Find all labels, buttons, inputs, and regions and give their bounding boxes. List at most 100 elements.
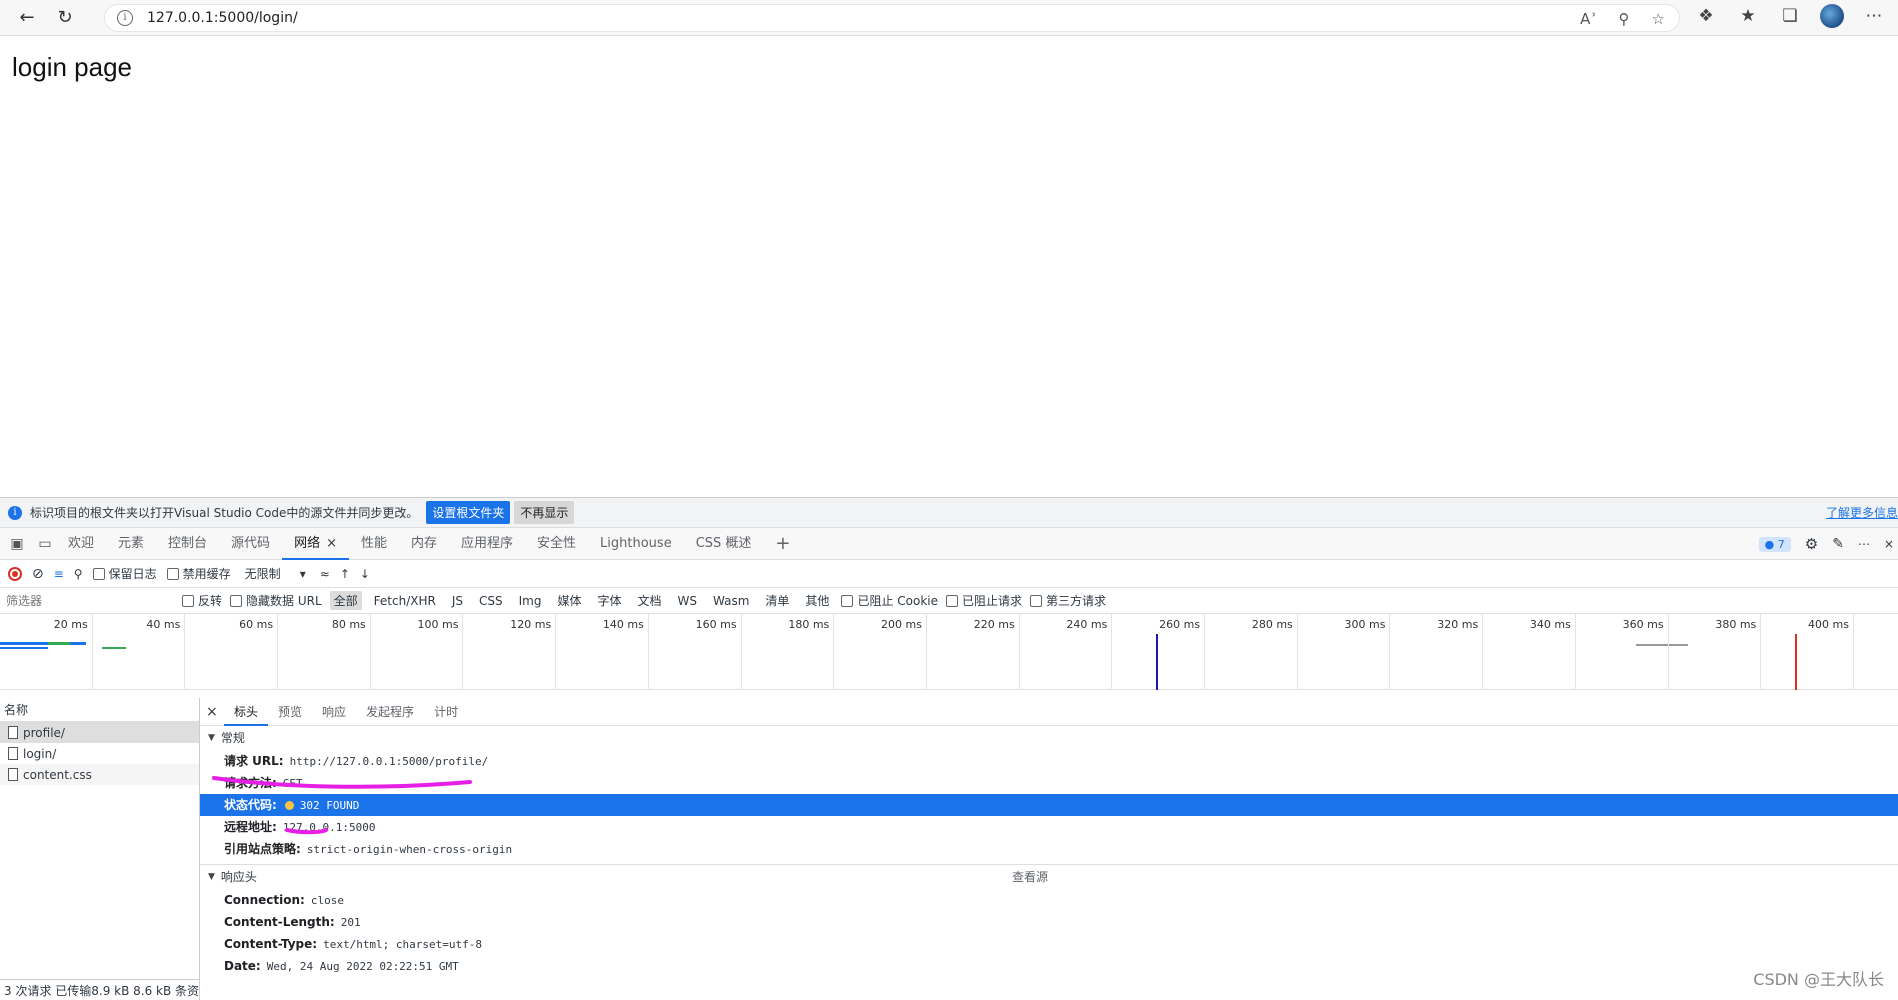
- favorite-add-icon[interactable]: ☆: [1652, 10, 1665, 28]
- filter-type-media[interactable]: 媒体: [553, 591, 585, 610]
- issues-badge[interactable]: ● 7: [1758, 536, 1791, 552]
- throttle-select[interactable]: 无限制 ▾: [240, 565, 310, 582]
- settings-icon[interactable]: ⚙: [1805, 535, 1818, 553]
- timeline-tick: 240 ms: [1020, 614, 1113, 690]
- screen: ← ↻ i 127.0.0.1:5000/login/ A ʾ ⚲ ☆ ❖ ★ …: [0, 0, 1898, 1000]
- address-bar[interactable]: i 127.0.0.1:5000/login/ A ʾ ⚲ ☆: [104, 4, 1680, 32]
- tab-response[interactable]: 响应: [312, 698, 356, 726]
- export-har-icon[interactable]: ↓: [360, 567, 370, 581]
- filter-type-wasm[interactable]: Wasm: [709, 593, 753, 609]
- header-value: http://127.0.0.1:5000/profile/: [289, 755, 489, 768]
- more-menu-icon[interactable]: ⋯: [1862, 6, 1886, 26]
- blocked-requests-box: [945, 594, 958, 607]
- clear-icon[interactable]: ⊘: [32, 566, 44, 582]
- filter-type-font[interactable]: 字体: [593, 591, 625, 610]
- filter-type-all[interactable]: 全部: [329, 591, 362, 610]
- filter-input[interactable]: 筛选器: [6, 592, 174, 609]
- request-row[interactable]: profile/: [0, 722, 199, 743]
- timeline-tick-label: 100 ms: [417, 618, 459, 631]
- filter-type-other[interactable]: 其他: [801, 591, 833, 610]
- hide-data-urls-box: [230, 594, 243, 607]
- blocked-requests-checkbox[interactable]: 已阻止请求: [945, 592, 1022, 609]
- general-label: 常规: [220, 731, 245, 745]
- timeline-tick: 300 ms: [1298, 614, 1391, 690]
- tab-application[interactable]: 应用程序: [449, 528, 525, 560]
- network-conditions-icon[interactable]: ≈: [320, 567, 330, 581]
- timeline-tick: 200 ms: [834, 614, 927, 690]
- invert-checkbox[interactable]: 反转: [182, 592, 222, 609]
- timeline-tick-label: 140 ms: [602, 618, 644, 631]
- tab-security[interactable]: 安全性: [525, 528, 588, 560]
- timeline-tick: 380 ms: [1669, 614, 1762, 690]
- import-har-icon[interactable]: ↑: [340, 567, 350, 581]
- tab-sources[interactable]: 源代码: [219, 528, 282, 560]
- infobar-message: 标识项目的根文件夹以打开Visual Studio Code中的源文件并同步更改…: [30, 506, 419, 520]
- filter-type-ws[interactable]: WS: [674, 593, 701, 609]
- tab-css-overview[interactable]: CSS 概述: [684, 528, 764, 560]
- learn-more-link[interactable]: 了解更多信息: [1826, 504, 1898, 521]
- request-row[interactable]: login/: [0, 743, 199, 764]
- name-column-header[interactable]: 名称: [0, 698, 199, 722]
- address-url[interactable]: 127.0.0.1:5000/login/: [147, 10, 298, 26]
- timeline-tick-label: 180 ms: [788, 618, 830, 631]
- preserve-log-checkbox[interactable]: 保留日志: [92, 565, 157, 582]
- tab-elements[interactable]: 元素: [106, 528, 156, 560]
- general-section-header[interactable]: ▼ 常规: [200, 726, 1898, 750]
- blocked-cookies-checkbox[interactable]: 已阻止 Cookie: [841, 592, 938, 609]
- site-info-icon[interactable]: i: [117, 10, 133, 26]
- filter-type-js[interactable]: JS: [448, 593, 467, 609]
- tab-memory[interactable]: 内存: [399, 528, 449, 560]
- tab-welcome[interactable]: 欢迎: [56, 528, 106, 560]
- tab-headers[interactable]: 标头: [224, 698, 269, 726]
- browser-toolbar: ← ↻ i 127.0.0.1:5000/login/ A ʾ ⚲ ☆ ❖ ★ …: [0, 0, 1898, 36]
- request-row[interactable]: content.css: [0, 764, 199, 785]
- watermark: CSDN @王大队长: [1753, 970, 1884, 989]
- header-row-request-method: 请求方法: GET: [200, 772, 1898, 794]
- record-icon[interactable]: [8, 566, 22, 581]
- tab-network[interactable]: 网络 ×: [282, 528, 349, 560]
- close-devtools-icon[interactable]: ×: [1884, 537, 1894, 551]
- timeline-tick-label: 360 ms: [1622, 618, 1664, 631]
- tab-console[interactable]: 控制台: [156, 528, 219, 560]
- set-root-folder-button[interactable]: 设置根文件夹: [426, 501, 511, 524]
- devtools-tabs: ▣ ▭ 欢迎 元素 控制台 源代码 网络 × 性能 内存 应用程序 安全性 Lig…: [0, 528, 1898, 560]
- third-party-checkbox[interactable]: 第三方请求: [1030, 592, 1106, 609]
- filter-type-doc[interactable]: 文档: [634, 591, 666, 610]
- device-toolbar-icon[interactable]: ▭: [34, 536, 56, 552]
- tab-preview[interactable]: 预览: [268, 698, 312, 726]
- response-headers-section-header[interactable]: ▼ 响应头 查看源: [200, 865, 1898, 889]
- close-tab-icon[interactable]: ×: [326, 536, 337, 551]
- extensions-icon[interactable]: ❖: [1694, 6, 1718, 26]
- third-party-box: [1030, 594, 1042, 607]
- network-lower: 名称 profile/ login/ content.css 3 次请求 已传输…: [0, 698, 1898, 1000]
- add-tab-icon[interactable]: +: [763, 528, 802, 560]
- disable-cache-checkbox[interactable]: 禁用缓存: [166, 565, 231, 582]
- back-icon[interactable]: ←: [12, 3, 42, 33]
- filter-type-css[interactable]: CSS: [475, 593, 507, 609]
- zoom-icon[interactable]: ⚲: [1619, 10, 1630, 28]
- more-options-icon[interactable]: ⋯: [1858, 537, 1870, 551]
- view-source-link[interactable]: 查看源: [1012, 865, 1048, 889]
- customize-icon[interactable]: ✎: [1832, 536, 1844, 552]
- tab-timing[interactable]: 计时: [424, 698, 468, 726]
- collections-icon[interactable]: ❏: [1778, 6, 1802, 26]
- hide-data-urls-checkbox[interactable]: 隐藏数据 URL: [230, 592, 322, 609]
- reload-icon[interactable]: ↻: [50, 3, 80, 33]
- inspect-icon[interactable]: ▣: [6, 536, 28, 552]
- request-summary: 3 次请求 已传输8.9 kB 8.6 kB 条资: [0, 979, 200, 1000]
- network-timeline[interactable]: 20 ms 40 ms 60 ms 80 ms 100 ms 120 ms 140 ms 16…: [0, 614, 1898, 690]
- dont-show-again-button[interactable]: 不再显示: [514, 501, 575, 524]
- profile-avatar[interactable]: [1820, 4, 1844, 28]
- timeline-tick-label: 80 ms: [331, 618, 366, 631]
- close-details-icon[interactable]: ×: [206, 704, 224, 720]
- search-icon[interactable]: ⚲: [74, 567, 83, 581]
- filter-icon[interactable]: ≡: [54, 567, 64, 581]
- filter-type-manifest[interactable]: 清单: [761, 591, 793, 610]
- filter-type-img[interactable]: Img: [515, 593, 546, 609]
- tab-performance[interactable]: 性能: [349, 528, 399, 560]
- read-aloud-icon[interactable]: A ʾ: [1580, 10, 1596, 28]
- filter-type-fetch[interactable]: Fetch/XHR: [370, 593, 440, 609]
- tab-lighthouse[interactable]: Lighthouse: [588, 528, 684, 560]
- tab-initiator[interactable]: 发起程序: [356, 698, 424, 726]
- favorites-icon[interactable]: ★: [1736, 6, 1760, 26]
